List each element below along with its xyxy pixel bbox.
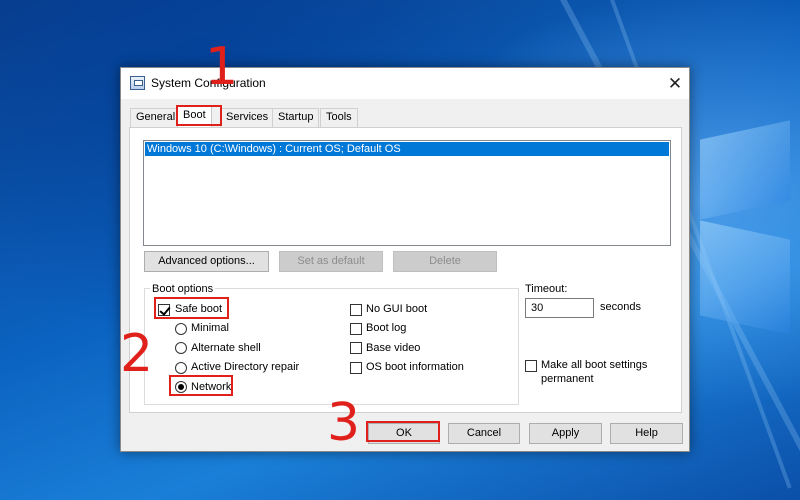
step-1-annotation: 1 <box>205 37 239 97</box>
os-boot-information-label: OS boot information <box>366 361 464 373</box>
boot-log-checkbox[interactable] <box>350 323 362 335</box>
make-permanent-checkbox[interactable] <box>525 360 537 372</box>
boot-tab-panel: Windows 10 (C:\Windows) : Current OS; De… <box>129 127 682 413</box>
set-as-default-button[interactable]: Set as default <box>279 251 383 272</box>
highlight-ok-button <box>366 421 440 442</box>
step-3-annotation: 3 <box>327 393 361 453</box>
os-boot-information-checkbox[interactable] <box>350 362 362 374</box>
active-directory-repair-label: Active Directory repair <box>191 361 300 373</box>
alternate-shell-radio[interactable] <box>175 342 187 354</box>
tab-startup[interactable]: Startup <box>272 108 320 127</box>
base-video-checkbox[interactable] <box>350 342 362 354</box>
wallpaper-window-pane <box>700 220 790 335</box>
cancel-button[interactable]: Cancel <box>448 423 520 444</box>
make-permanent-label-line2: permanent <box>541 373 594 385</box>
os-list[interactable]: Windows 10 (C:\Windows) : Current OS; De… <box>143 140 671 246</box>
system-configuration-icon <box>130 76 145 90</box>
tab-general[interactable]: General <box>130 108 182 127</box>
delete-button[interactable]: Delete <box>393 251 497 272</box>
advanced-options-button[interactable]: Advanced options... <box>144 251 269 272</box>
timeout-unit-label: seconds <box>600 301 641 313</box>
highlight-safe-boot <box>154 297 229 319</box>
help-button[interactable]: Help <box>610 423 683 444</box>
wallpaper-window-pane <box>700 120 790 220</box>
minimal-radio[interactable] <box>175 323 187 335</box>
apply-button[interactable]: Apply <box>529 423 602 444</box>
make-permanent-label-line1: Make all boot settings <box>541 359 648 371</box>
highlight-network <box>169 375 233 396</box>
no-gui-boot-label: No GUI boot <box>366 303 428 315</box>
highlight-boot-tab <box>176 105 222 126</box>
timeout-input[interactable]: 30 <box>525 298 594 318</box>
minimal-label: Minimal <box>191 322 229 334</box>
alternate-shell-label: Alternate shell <box>191 342 261 354</box>
tab-services[interactable]: Services <box>220 108 275 127</box>
timeout-label: Timeout: <box>525 283 568 295</box>
close-button[interactable]: ✕ <box>661 68 689 99</box>
no-gui-boot-checkbox[interactable] <box>350 304 362 316</box>
step-2-annotation: 2 <box>120 324 154 384</box>
os-list-item[interactable]: Windows 10 (C:\Windows) : Current OS; De… <box>145 142 669 156</box>
boot-log-label: Boot log <box>366 322 407 334</box>
active-directory-repair-radio[interactable] <box>175 362 187 374</box>
close-icon: ✕ <box>667 74 683 93</box>
boot-options-label: Boot options <box>150 283 216 295</box>
base-video-label: Base video <box>366 342 421 354</box>
tab-tools[interactable]: Tools <box>320 108 358 127</box>
